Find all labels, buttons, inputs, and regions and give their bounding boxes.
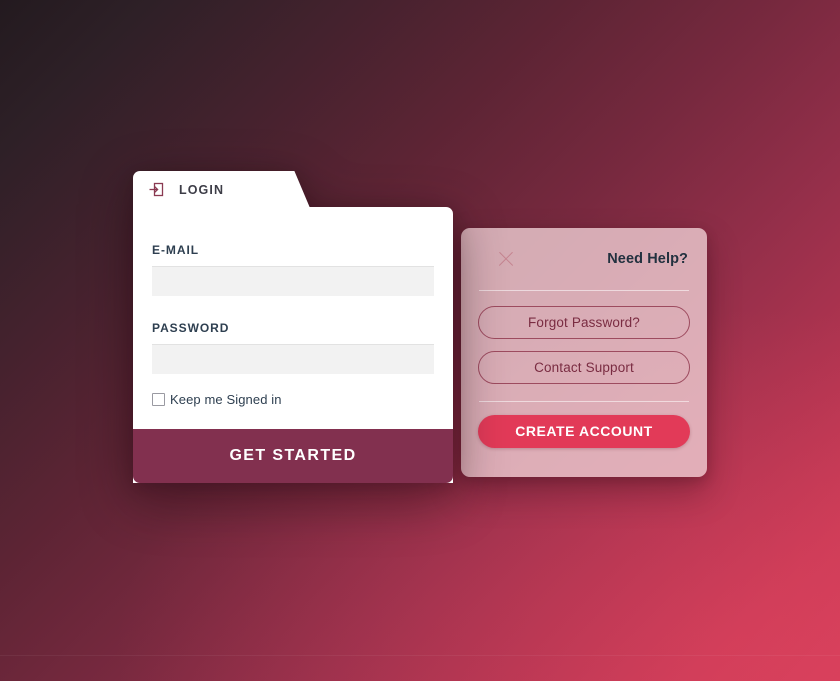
email-label: E-MAIL <box>152 243 200 257</box>
tab-login-label: LOGIN <box>179 182 225 197</box>
close-x-icon[interactable] <box>496 249 516 269</box>
keep-signed-in-checkbox[interactable] <box>152 393 165 406</box>
help-divider-top <box>479 290 689 291</box>
background-hairline <box>0 655 840 656</box>
password-input[interactable] <box>152 344 434 374</box>
login-card-body: E-MAIL PASSWORD Keep me Signed in GET ST… <box>133 207 453 483</box>
help-panel-header: Need Help? <box>478 228 690 290</box>
keep-signed-in-row[interactable]: Keep me Signed in <box>152 392 434 429</box>
login-arrow-icon <box>148 181 165 198</box>
help-panel-title: Need Help? <box>607 251 688 267</box>
create-account-button[interactable]: CREATE ACCOUNT <box>478 415 690 448</box>
help-panel: Need Help? Forgot Password? Contact Supp… <box>461 228 707 477</box>
keep-signed-in-label: Keep me Signed in <box>170 392 282 407</box>
forgot-password-button[interactable]: Forgot Password? <box>478 306 690 339</box>
password-label: PASSWORD <box>152 321 230 335</box>
email-input[interactable] <box>152 266 434 296</box>
get-started-button[interactable]: GET STARTED <box>133 429 453 483</box>
tab-login[interactable]: LOGIN <box>133 171 285 208</box>
contact-support-button[interactable]: Contact Support <box>478 351 690 384</box>
help-divider-bottom <box>479 401 689 402</box>
login-card: LOGIN E-MAIL PASSWORD Keep me Signed in … <box>133 171 453 483</box>
